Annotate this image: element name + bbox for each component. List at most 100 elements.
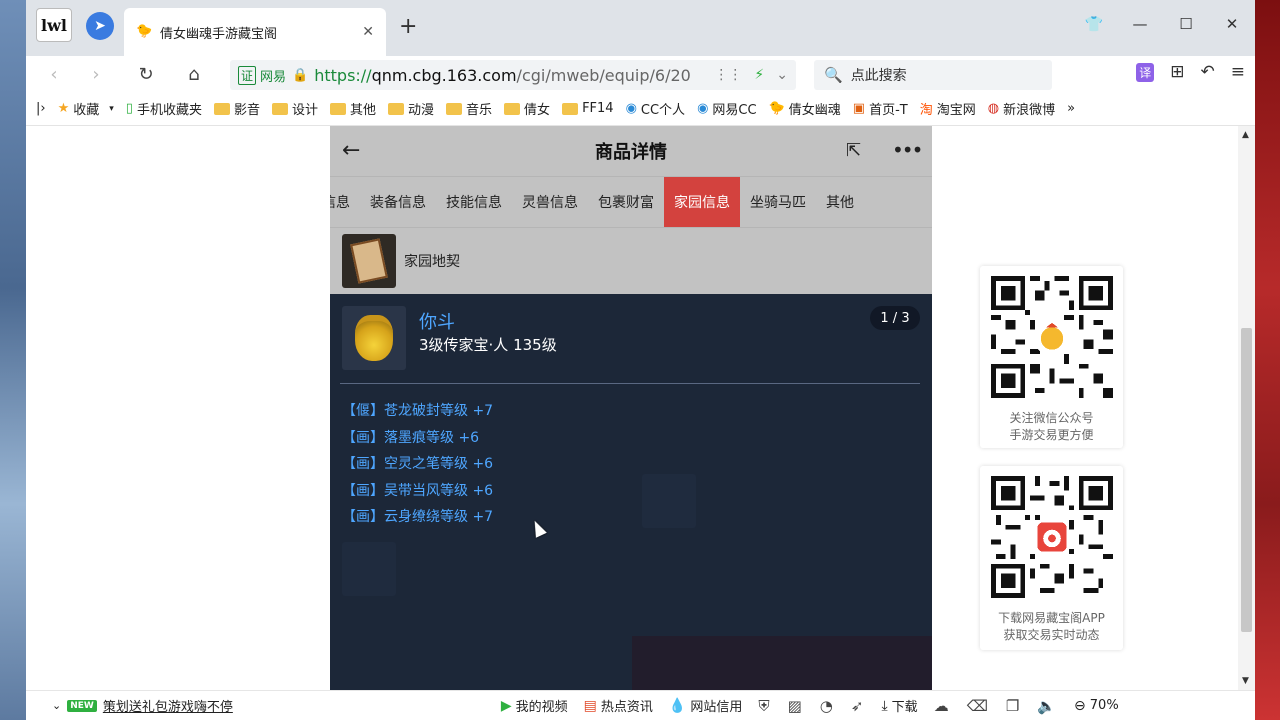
my-videos-link[interactable]: ▶ 我的视频 (501, 696, 568, 716)
search-box[interactable]: 🔍 点此搜索 (814, 60, 1052, 90)
page-header: ← 商品详情 ⇱ ••• (330, 126, 932, 176)
maximize-icon[interactable]: ☐ (1163, 0, 1209, 48)
undo-icon[interactable]: ↶ (1201, 62, 1215, 82)
bookmark-folder[interactable]: 音乐 (446, 99, 492, 118)
sound-icon[interactable]: 🔈 (1037, 697, 1056, 715)
chick-icon: 🐤 (136, 24, 153, 39)
item-name: 你斗 (419, 312, 455, 333)
divider (340, 383, 920, 384)
folder-icon (504, 102, 521, 115)
new-tab-button[interactable]: + (399, 14, 417, 39)
tab-equipment[interactable]: 装备信息 (360, 177, 436, 228)
home-deed-row[interactable]: 家园地契 (330, 227, 932, 294)
bottom-bar-left[interactable] (330, 636, 632, 690)
apps-grid-icon[interactable]: ⊞ (1170, 62, 1184, 82)
url-path: /cgi/mweb/equip/6/20 (516, 65, 691, 85)
attribute-line: 【画】空灵之笔等级 +6 (342, 456, 494, 472)
tab-pets[interactable]: 灵兽信息 (512, 177, 588, 228)
image-icon[interactable]: ▨ (788, 697, 802, 715)
speed-icon[interactable]: ◔ (820, 697, 833, 715)
bookmark-folder[interactable]: 影音 (213, 99, 260, 118)
bookmark-folder[interactable]: 动漫 (388, 99, 434, 118)
navigation-icon[interactable]: ➤ (86, 12, 114, 40)
scroll-down-icon[interactable]: ▼ (1242, 676, 1249, 686)
zoom-control[interactable]: ⊖ 70% (1074, 698, 1119, 714)
attribute-line: 【画】落墨痕等级 +6 (342, 429, 480, 446)
lock-icon: 🔒 (292, 67, 309, 83)
scroll-up-icon[interactable]: ▲ (1242, 130, 1249, 140)
tab-inventory[interactable]: 包裹财富 (588, 177, 664, 228)
site-credit-link[interactable]: 💧 网站信用 (669, 696, 742, 716)
more-icon[interactable]: ••• (892, 138, 923, 162)
folder-icon (446, 102, 463, 115)
shirt-icon[interactable]: 👕 (1071, 0, 1117, 48)
tab-skills[interactable]: 技能信息 (436, 177, 512, 228)
item-tooltip: 你斗 3级传家宝·人 135级 1 / 3 【偃】苍龙破封等级 +7 【画】落墨… (330, 294, 932, 554)
url-bar[interactable]: 证 网易 🔒 https:// qnm.cbg.163.com /cgi/mwe… (230, 60, 796, 90)
share-icon[interactable]: ⇱ (846, 140, 861, 161)
menu-icon[interactable]: ≡ (1231, 62, 1245, 82)
tab-mounts[interactable]: 坐骑马匹 (740, 177, 816, 228)
tab-other[interactable]: 其他 (816, 177, 864, 228)
hot-news-link[interactable]: ▤ 热点资讯 (584, 696, 653, 716)
erase-icon[interactable]: ⌫ (967, 697, 988, 715)
window-controls: 👕 — ☐ ✕ (1071, 0, 1255, 48)
chick-icon: 🐤 (768, 101, 785, 116)
scrollbar-thumb[interactable] (1241, 328, 1252, 632)
home-icon[interactable]: ⌂ (180, 60, 208, 88)
attribute-line: 【画】吴带当风等级 +6 (342, 482, 494, 499)
bottom-bar-right[interactable] (632, 636, 932, 690)
translate-icon[interactable]: 译 (1136, 62, 1155, 82)
bookmark-item[interactable]: 🐤 倩女幽魂 (769, 99, 841, 118)
bookmark-item[interactable]: ★ 收藏 ▾ (58, 99, 114, 118)
bookmark-item[interactable]: ▣ 首页-T (853, 99, 908, 118)
more-bookmarks-icon[interactable]: » (1067, 101, 1075, 116)
grid-icon[interactable]: ⋮⋮ (714, 67, 742, 83)
bookmark-folder[interactable]: FF14 (562, 101, 614, 116)
bookmark-folder[interactable]: 倩女 (504, 99, 550, 118)
vertical-scrollbar[interactable]: ▲ ▼ (1238, 126, 1255, 690)
browser-logo[interactable]: lwl (36, 8, 72, 42)
sidebar-toggle-icon[interactable]: |› (36, 101, 46, 116)
close-icon[interactable]: ✕ (1209, 0, 1255, 48)
forward-icon[interactable]: › (82, 60, 110, 88)
bookmark-item[interactable]: 淘淘宝网 (920, 99, 976, 118)
window-icon[interactable]: ❐ (1006, 697, 1019, 715)
minimize-icon[interactable]: — (1117, 0, 1163, 48)
chevron-down-icon[interactable]: ⌄ (52, 699, 61, 712)
page-title: 商品详情 (595, 142, 667, 163)
back-arrow-icon[interactable]: ← (342, 138, 360, 163)
shield-icon[interactable]: ⛨ (758, 697, 769, 715)
detail-tabs: 信息 装备信息 技能信息 灵兽信息 包裹财富 家园信息 坐骑马匹 其他 (330, 176, 932, 228)
tab-close-icon[interactable]: ✕ (362, 24, 374, 40)
bookmark-folder[interactable]: 其他 (330, 99, 376, 118)
bookmark-item[interactable]: ▯ 手机收藏夹 (126, 99, 202, 118)
bookmarks-bar: |› ★ 收藏 ▾ ▯ 手机收藏夹 影音 设计 其他 动漫 音乐 倩女 FF14 ◉ C… (26, 92, 1255, 126)
refresh-icon[interactable]: ↻ (132, 60, 160, 88)
bookmark-item[interactable]: ◉ 网易CC (697, 99, 757, 118)
mobile-page: ← 商品详情 ⇱ ••• 信息 装备信息 技能信息 灵兽信息 包裹财富 家园信息… (330, 126, 932, 690)
address-toolbar: ‹ › ↻ ⌂ 证 网易 🔒 https:// qnm.cbg.163.com … (26, 56, 1255, 92)
bookmark-folder[interactable]: 设计 (271, 99, 318, 118)
tab-info[interactable]: 信息 (330, 177, 360, 228)
bookmark-item[interactable]: ◉ CC个人 (626, 99, 686, 118)
download-button[interactable]: ⤓ 下载 (881, 696, 917, 716)
weibo-icon: ◍ (987, 101, 1000, 116)
attribute-line: 【偃】苍龙破封等级 +7 (342, 403, 494, 419)
back-icon[interactable]: ‹ (40, 60, 68, 88)
chevron-down-icon[interactable]: ⌄ (776, 67, 788, 83)
cloud-icon[interactable]: ☁ (934, 697, 949, 715)
browser-tab[interactable]: 🐤 倩女幽魂手游藏宝阁 ✕ (124, 8, 386, 56)
lightning-icon[interactable]: ⚡ (754, 67, 764, 83)
bookmark-item[interactable]: ◍ 新浪微博 (988, 99, 1055, 118)
folder-icon (388, 102, 405, 115)
cert-badge: 证 (238, 65, 257, 85)
news-link[interactable]: 策划送礼包游戏嗨不停 (103, 696, 233, 715)
item-pager[interactable]: 1 / 3 (870, 306, 920, 330)
desktop-wallpaper-right (1254, 0, 1280, 720)
tab-title: 倩女幽魂手游藏宝阁 (160, 26, 278, 42)
tab-home[interactable]: 家园信息 (664, 176, 740, 228)
rocket-icon[interactable]: ➶ (851, 697, 864, 715)
status-bar: ⌄ NEW 策划送礼包游戏嗨不停 ▶ 我的视频 ▤ 热点资讯 💧 网站信用 ⛨ ▨ ◔… (26, 690, 1255, 720)
download-icon: ⤓ (881, 697, 888, 714)
